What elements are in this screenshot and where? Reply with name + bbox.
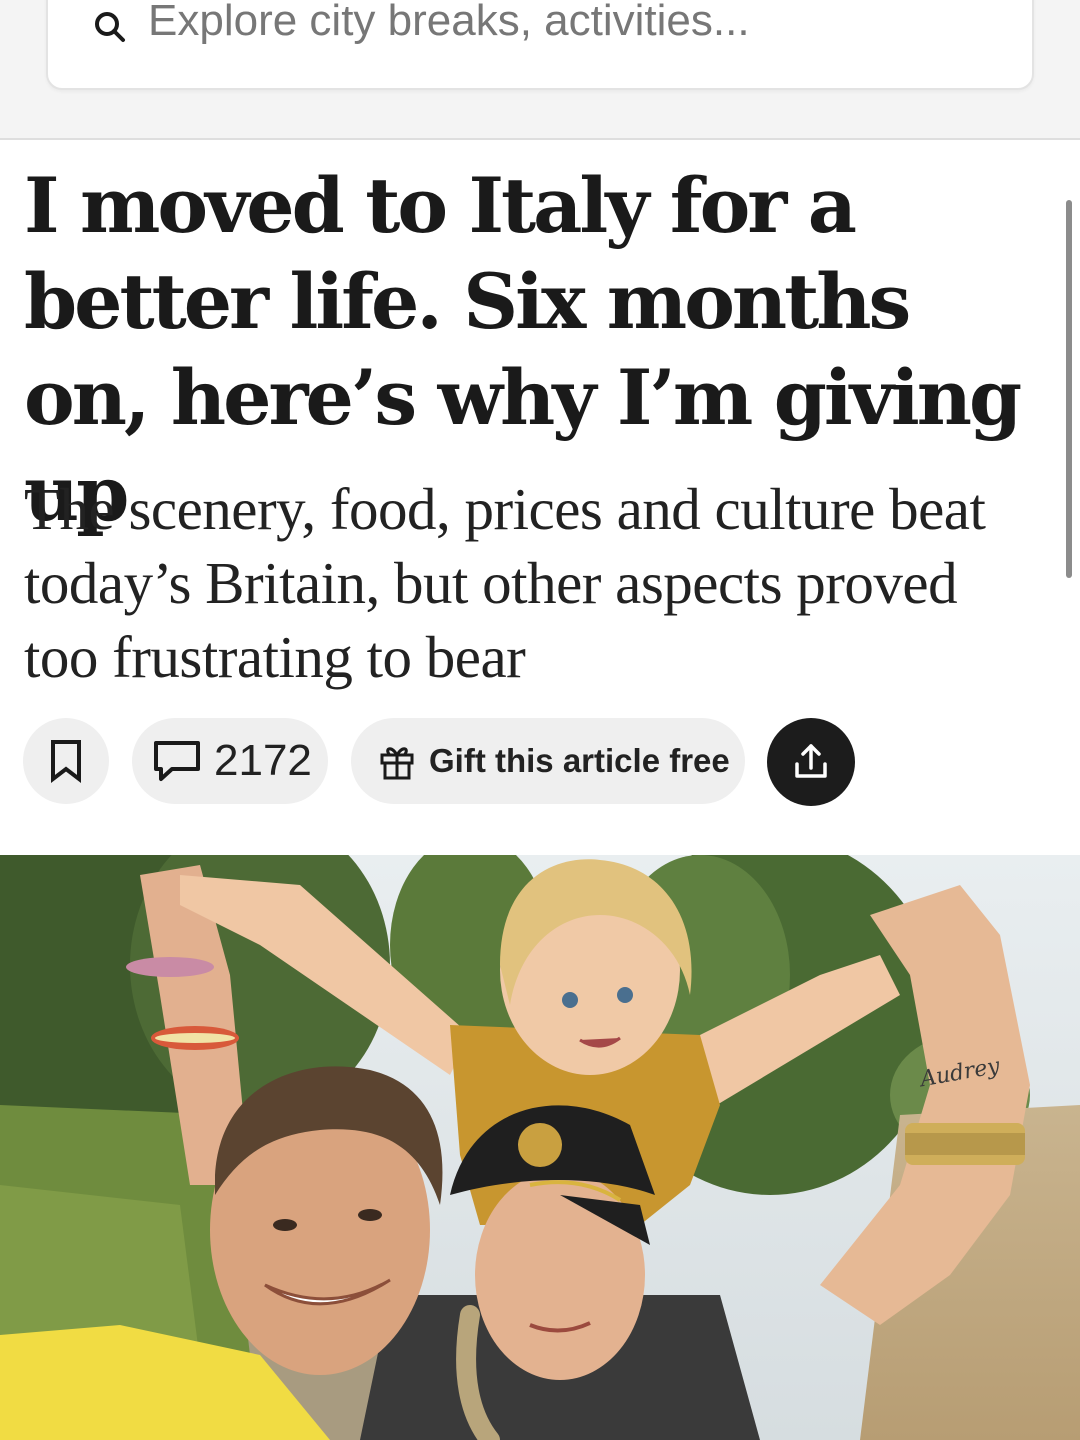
share-button[interactable] — [767, 718, 855, 806]
search-box[interactable] — [46, 0, 1034, 90]
article-page: I moved to Italy for a better life. Six … — [0, 0, 1080, 1440]
scrollbar[interactable] — [1066, 200, 1072, 578]
bookmark-button[interactable] — [23, 718, 109, 804]
search-header — [0, 0, 1080, 140]
search-input[interactable] — [148, 0, 1008, 46]
hero-photo[interactable]: Audrey — [0, 855, 1080, 1440]
article-standfirst: The scenery, food, prices and culture be… — [24, 476, 986, 690]
family-photo-illustration: Audrey — [0, 855, 1080, 1440]
gift-icon — [380, 747, 414, 780]
search-icon — [95, 12, 125, 42]
share-icon — [795, 744, 827, 778]
comment-icon — [154, 741, 200, 781]
gift-label: Gift this article free — [429, 742, 730, 779]
comments-count: 2172 — [214, 736, 312, 785]
bookmark-icon — [51, 740, 81, 784]
comments-button[interactable]: 2172 — [132, 718, 328, 804]
gift-article-button[interactable]: Gift this article free — [351, 718, 745, 804]
